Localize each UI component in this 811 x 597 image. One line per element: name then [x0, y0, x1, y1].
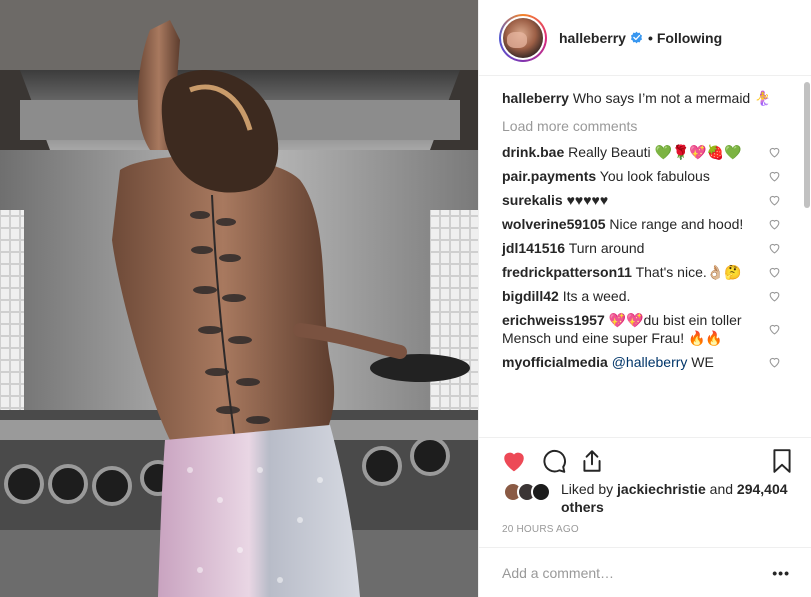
verified-badge-icon — [630, 31, 642, 44]
add-comment-bar: ••• — [479, 547, 811, 597]
post-caption: halleberry Who says I’m not a mermaid 🧜‍… — [502, 89, 777, 107]
comment-text: WE — [691, 354, 714, 370]
comment-text: Nice range and hood! — [609, 216, 744, 232]
comment-item: wolverine59105 Nice range and hood! — [502, 215, 780, 233]
comment-username[interactable]: bigdill42 — [502, 288, 559, 304]
heart-outline-icon[interactable] — [768, 323, 781, 336]
heart-outline-icon[interactable] — [768, 266, 781, 279]
heart-outline-icon[interactable] — [768, 242, 781, 255]
comment-username[interactable]: jdl141516 — [502, 240, 565, 256]
post-header: halleberry • Following — [479, 0, 811, 76]
caption-username[interactable]: halleberry — [502, 90, 569, 106]
share-icon[interactable] — [579, 448, 605, 474]
comment-username[interactable]: erichweiss1957 — [502, 312, 605, 328]
separator-dot: • — [647, 29, 653, 46]
liker-avatar[interactable] — [531, 482, 551, 502]
liker-username[interactable]: jackiechristie — [617, 481, 706, 497]
comment-text: Its a weed. — [562, 288, 631, 304]
comment-username[interactable]: fredrickpatterson11 — [502, 264, 632, 280]
comment-username[interactable]: drink.bae — [502, 144, 564, 160]
liker-avatars — [503, 480, 557, 502]
comment-text: You look fabulous — [599, 168, 710, 184]
comment-item: jdl141516 Turn around — [502, 239, 780, 257]
more-options-icon[interactable]: ••• — [772, 566, 790, 580]
post-photo-illustration — [0, 0, 478, 597]
comment-item: fredrickpatterson11 That's nice.👌🏼🤔 — [502, 263, 780, 281]
bookmark-icon[interactable] — [769, 448, 795, 474]
comment-username[interactable]: myofficialmedia — [502, 354, 608, 370]
avatar-frame — [501, 15, 545, 60]
comment-icon[interactable] — [541, 448, 567, 474]
load-more-comments-button[interactable]: Load more comments — [502, 117, 811, 135]
comment-username[interactable]: pair.payments — [502, 168, 596, 184]
comment-input[interactable] — [502, 564, 742, 581]
comments-list: halleberry Who says I’m not a mermaid 🧜‍… — [479, 77, 811, 437]
heart-outline-icon[interactable] — [768, 194, 781, 207]
author-username[interactable]: halleberry — [559, 30, 626, 46]
comment-text: Turn around — [568, 240, 645, 256]
comment-text: ♥♥♥♥♥ — [566, 192, 609, 208]
comment-item: pair.payments You look fabulous — [502, 167, 780, 185]
heart-filled-icon[interactable] — [501, 448, 527, 474]
scrollbar-thumb[interactable] — [804, 82, 810, 208]
liked-by-prefix: Liked by — [561, 481, 614, 497]
heart-outline-icon[interactable] — [768, 170, 781, 183]
comments-scrollbar[interactable] — [803, 77, 811, 437]
post-photo[interactable] — [0, 0, 478, 597]
caption-text: Who says I’m not a mermaid 🧜‍♀️ — [572, 90, 772, 106]
heart-outline-icon[interactable] — [768, 356, 781, 369]
comment-item: drink.bae Really Beauti 💚🌹💖🍓💚 — [502, 143, 780, 161]
comment-item: myofficialmedia @halleberry WE — [502, 353, 780, 371]
comment-username[interactable]: wolverine59105 — [502, 216, 606, 232]
comment-text: That's nice.👌🏼🤔 — [635, 264, 742, 280]
instagram-post: halleberry • Following halleberry Who sa… — [0, 0, 811, 597]
avatar — [503, 17, 543, 58]
avatar-story-ring[interactable] — [499, 13, 547, 62]
comment-mention-link[interactable]: @halleberry — [612, 354, 688, 370]
comment-item: surekalis ♥♥♥♥♥ — [502, 191, 780, 209]
comment-text: Really Beauti 💚🌹💖🍓💚 — [568, 144, 742, 160]
post-timestamp[interactable]: 20 HOURS AGO — [502, 524, 579, 535]
likes-and: and — [709, 481, 734, 497]
heart-outline-icon[interactable] — [768, 146, 781, 159]
following-button[interactable]: Following — [657, 30, 722, 46]
heart-outline-icon[interactable] — [768, 218, 781, 231]
likes-text: Liked by jackiechristie and 294,404 othe… — [561, 480, 793, 516]
likes-summary: Liked by jackiechristie and 294,404 othe… — [503, 480, 793, 516]
comment-username[interactable]: surekalis — [502, 192, 563, 208]
comment-item: bigdill42 Its a weed. — [502, 287, 780, 305]
heart-outline-icon[interactable] — [768, 290, 781, 303]
comment-item: erichweiss1957 💖💖du bist ein toller Mens… — [502, 311, 780, 347]
post-sidebar: halleberry • Following halleberry Who sa… — [478, 0, 811, 597]
